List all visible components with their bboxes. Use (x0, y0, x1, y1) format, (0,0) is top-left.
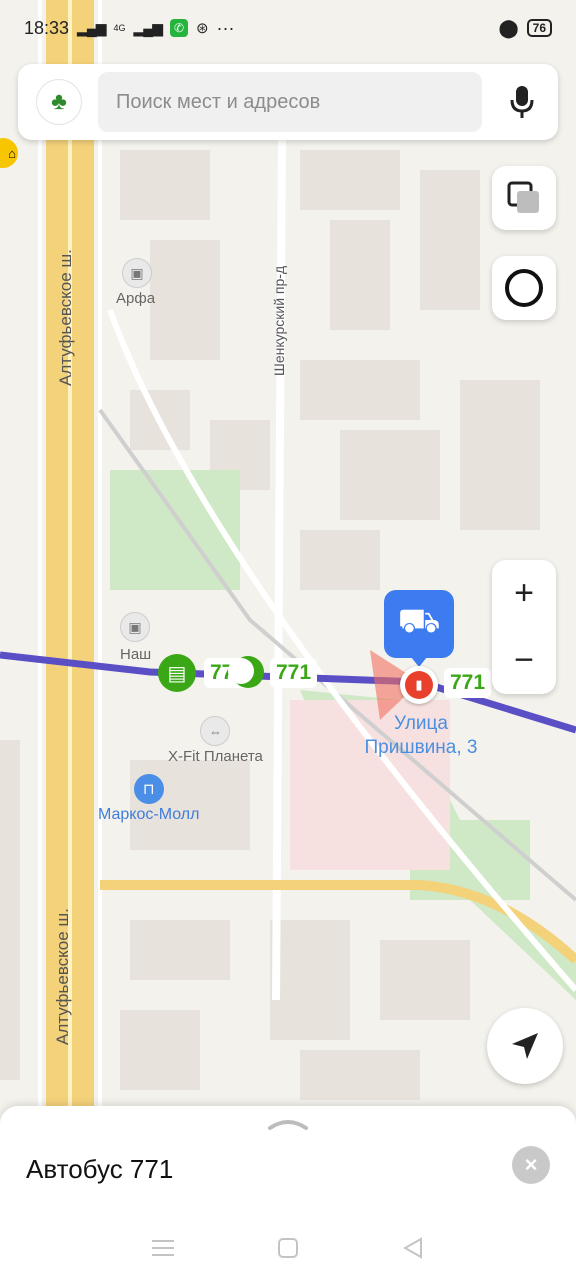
status-bar: 18:33 ▂▄▆ 4G ▂▄▆ ✆ ⊛ ··· ⬤ 76 (0, 0, 576, 56)
poi-label: Арфа (116, 290, 156, 307)
search-input[interactable]: Поиск мест и адресов (98, 72, 482, 132)
poi-xfit[interactable]: ⇔ X-Fit Планета (168, 716, 263, 765)
network-type: 4G (113, 23, 126, 33)
poi-label: Наш (120, 646, 152, 663)
crescent-icon (228, 658, 254, 684)
whatsapp-icon: ✆ (169, 19, 188, 37)
zoom-out-button[interactable]: − (492, 627, 556, 694)
dumbbell-icon: ⇔ (200, 716, 231, 746)
square-icon (277, 1238, 298, 1258)
poi-markos[interactable]: ⊓ Маркос-Молл (98, 774, 199, 824)
map-canvas[interactable] (0, 0, 576, 1280)
highway (38, 0, 102, 1280)
back-triangle-icon (403, 1237, 423, 1259)
menu-icon (151, 1240, 174, 1256)
search-placeholder: Поиск мест и адресов (116, 90, 321, 113)
navigation-arrow-icon (512, 1033, 538, 1059)
shopping-bag-icon: ⊓ (133, 774, 164, 804)
assistant-button[interactable] (492, 256, 556, 320)
street-label-altufyevskoe-top: Алтуфьевское ш. (56, 249, 75, 386)
zoom-in-button[interactable]: + (492, 560, 556, 627)
route-badge[interactable]: 771 (270, 658, 318, 688)
menu-button[interactable] (143, 1228, 183, 1268)
microphone-icon (510, 86, 534, 118)
poi-label: X-Fit Планета (168, 748, 263, 765)
route-badge[interactable]: 771 (444, 668, 492, 698)
more-icon: ··· (216, 17, 235, 38)
shop-icon: ▣ (120, 612, 150, 642)
panel-title: Автобус 771 (26, 1154, 174, 1184)
street-label-altufyevskoe-bottom: Алтуфьевское ш. (53, 908, 72, 1045)
drag-handle-icon[interactable] (268, 1116, 308, 1130)
layers-icon (507, 181, 539, 213)
system-nav-bar (0, 1216, 576, 1280)
street-label-shenkursky: Шенкурский пр-д (271, 265, 287, 376)
assistant-icon (505, 269, 543, 307)
poi-nash[interactable]: ▣ Наш (120, 612, 151, 663)
zoom-controls: + − (492, 560, 556, 694)
bus-icon: ▤ (167, 662, 187, 685)
steering-icon: ⊛ (195, 20, 209, 37)
microphone-button[interactable] (504, 82, 540, 122)
close-button[interactable]: × (512, 1146, 550, 1184)
location-icon: ⬤ (498, 17, 519, 38)
home-icon: ⌂ (8, 145, 16, 161)
signal-icon: ▂▄▆ (77, 19, 106, 36)
stop-pin-icon: ▮ (405, 671, 433, 699)
stop-callout[interactable]: ⛟ (384, 590, 454, 658)
poi-label: Маркос-Молл (98, 806, 200, 823)
avatar[interactable]: ♣ (36, 79, 82, 125)
search-bar: ♣ Поиск мест и адресов (18, 64, 558, 140)
my-location-button[interactable] (487, 1008, 563, 1084)
stop-marker[interactable]: ▮ (400, 666, 438, 704)
stop-name-label: Улица Пришвина, 3 (364, 713, 478, 758)
bus-stop-icon: ⛟ (397, 602, 441, 640)
clock: 18:33 (24, 17, 70, 38)
signal-icon: ▂▄▆ (133, 19, 163, 36)
close-icon: × (524, 1152, 538, 1177)
battery-icon: 76 (526, 19, 552, 37)
bus-marker[interactable]: ▤ (158, 654, 196, 692)
home-button[interactable] (268, 1228, 308, 1268)
poi-arfa[interactable]: ▣ Арфа (116, 258, 155, 307)
bus-marker-moon[interactable] (228, 656, 264, 688)
layers-button[interactable] (492, 166, 556, 230)
avatar-icon: ♣ (51, 88, 67, 115)
shop-icon: ▣ (122, 258, 152, 288)
back-button[interactable] (393, 1228, 433, 1268)
